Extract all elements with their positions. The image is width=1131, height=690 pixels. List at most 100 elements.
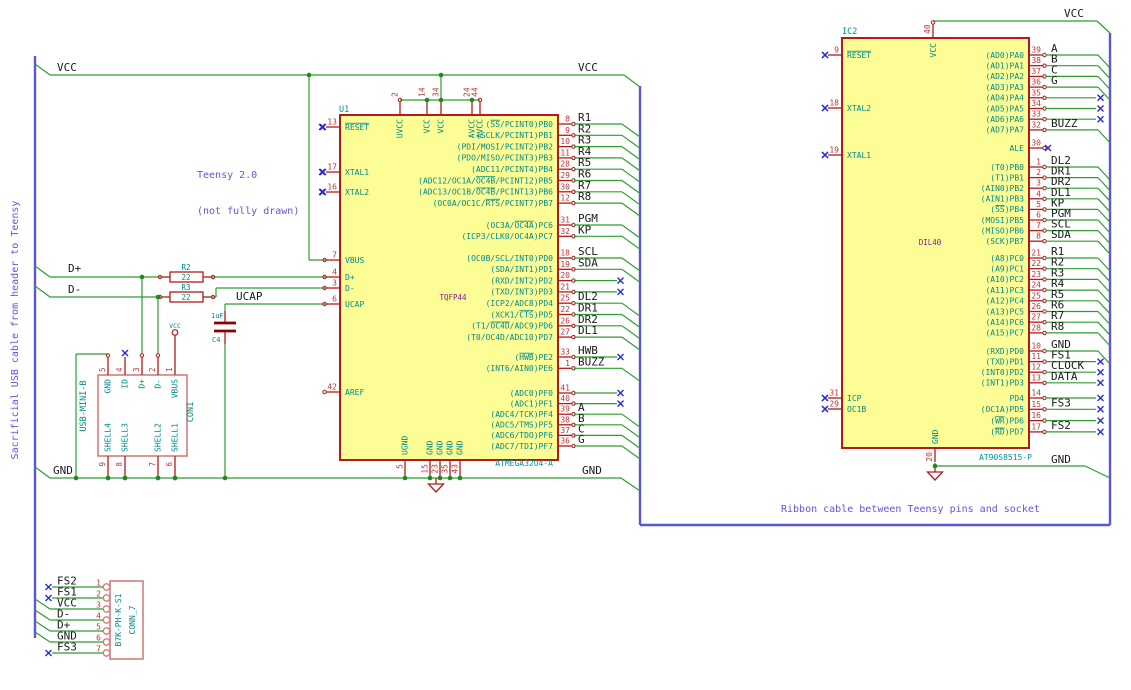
pin-number: 27 xyxy=(1031,313,1041,322)
pin-end xyxy=(1042,164,1047,170)
no-connect-x-icon xyxy=(617,400,624,408)
u1-reference: U1 xyxy=(339,105,349,115)
power-label-vcc-mid: VCC xyxy=(578,61,598,74)
pin-number: 20 xyxy=(560,271,570,280)
conn7-pin-circle xyxy=(102,594,111,602)
conn7-pin-circle xyxy=(102,649,111,657)
pin-number: 37 xyxy=(560,426,570,435)
conn7-reference: CONN_7 xyxy=(128,605,137,634)
pin-number: 32 xyxy=(560,227,570,236)
pin-name: (ADC4/TCK)PF4 xyxy=(490,410,553,419)
pin-name: (AIN1)PB3 xyxy=(981,195,1025,204)
bus-entry xyxy=(1097,166,1111,181)
pin-name: (AD5)PA5 xyxy=(985,104,1024,113)
bus-entry xyxy=(621,224,641,239)
pin-number: 25 xyxy=(1031,291,1041,300)
power-label-dplus: D+ xyxy=(68,262,82,275)
pin-name: (INT6/AIN0)PE6 xyxy=(486,364,554,373)
power-label-vcc-right: VCC xyxy=(1064,7,1084,20)
pin-number: 28 xyxy=(560,160,570,169)
pin-name: (ADC12/OC1A/OC4B/PCINT12)PB5 xyxy=(418,176,553,185)
power-label-gnd-mid: GND xyxy=(582,464,602,477)
pin-end xyxy=(1042,186,1047,191)
pin-name: VBUS xyxy=(345,256,364,265)
pin-number: 9 xyxy=(834,46,839,55)
net-label-buzz: BUZZ xyxy=(1051,117,1078,130)
pin-number: 22 xyxy=(1031,259,1041,268)
pin-name: D- xyxy=(345,284,355,293)
junction-dot xyxy=(306,72,312,78)
pin-number: 24 xyxy=(1031,281,1041,290)
pin-number: 4 xyxy=(1036,189,1041,198)
pin-number: 22 xyxy=(560,305,570,314)
junction-dot xyxy=(424,97,430,103)
no-connect-x-icon xyxy=(319,188,327,196)
note-teensy-line2: (not fully drawn) xyxy=(197,206,300,217)
pin-name: (OC0B/SCL/INT0)PD0 xyxy=(466,254,553,263)
power-label-gnd-left: GND xyxy=(53,464,73,477)
no-connect-x-icon xyxy=(1097,368,1104,376)
pin-name: (MOSI)PB5 xyxy=(981,216,1025,225)
pin-name: PD4 xyxy=(1010,394,1025,403)
pin-end xyxy=(1042,330,1047,336)
pin-end xyxy=(1042,407,1047,412)
pin-number: 23 xyxy=(1031,270,1041,279)
schematic-drawing: VCC D+ D- GND UCAP VCC GND VCC GND U1 TQFP44 ATMEGA… xyxy=(33,7,1112,660)
pin-end xyxy=(1042,239,1047,244)
net-label-g: G xyxy=(1051,74,1058,87)
pin-end xyxy=(1042,95,1047,101)
pin-number: 2 xyxy=(391,92,400,97)
pin-number: 16 xyxy=(327,183,337,192)
pin-name: (A10)PC2 xyxy=(985,275,1024,284)
pin-number: 21 xyxy=(1031,249,1041,258)
pin-end xyxy=(1042,106,1047,111)
pin-name: (XCK1/CTS)PD5 xyxy=(490,310,553,319)
pin-name: (MISO)PB6 xyxy=(981,226,1025,235)
junction-dot xyxy=(437,475,443,481)
pin-name: (A9)PC1 xyxy=(990,265,1024,274)
bus-entry xyxy=(621,314,641,328)
bus-entry xyxy=(621,235,641,250)
pin-number: 7 xyxy=(332,251,337,260)
bus-entry xyxy=(34,63,51,76)
pin-number: 19 xyxy=(560,260,570,269)
pin-end xyxy=(1042,277,1047,282)
pin-name: (ICP3/CLK0/OC4A)PC7 xyxy=(461,232,553,241)
pin-name: AVCC xyxy=(476,119,485,138)
pin-number: 7 xyxy=(1036,221,1041,230)
pin-name: UGND xyxy=(401,436,410,455)
bus-entry xyxy=(1097,268,1111,283)
pin-end xyxy=(1042,320,1047,325)
u1-value: TQFP44 xyxy=(439,293,467,302)
pin-name: GND xyxy=(456,440,465,455)
pin-name: (PDI/MOSI/PCINT2)PB2 xyxy=(457,142,554,151)
pin-name: (A12)PC4 xyxy=(985,297,1024,306)
pin-end xyxy=(1042,380,1047,385)
pin-number: 41 xyxy=(560,384,570,393)
bus-entry xyxy=(1097,332,1111,347)
pin-name: GND xyxy=(446,440,455,455)
pin-number: 40 xyxy=(923,24,932,34)
note-sacrificial-usb: Sacrificial USB cable from header to Tee… xyxy=(10,200,21,460)
pin-name: (ADC6/TDO)PF6 xyxy=(490,431,553,440)
no-connect-x-icon xyxy=(319,123,327,131)
net-label-buzz: BUZZ xyxy=(578,355,605,368)
pin-name: (SDA/INT1)PD1 xyxy=(490,265,553,274)
conn7-value: B7K-PH-K-S1 xyxy=(114,593,123,646)
junction-dot xyxy=(155,475,161,481)
pin-number: 13 xyxy=(1031,373,1041,382)
no-connect-x-icon xyxy=(617,353,624,361)
pin-number: 25 xyxy=(560,294,570,303)
pin-end xyxy=(1042,370,1047,375)
net-label-dl1: DL1 xyxy=(578,324,598,337)
pin-number: 9 xyxy=(98,462,107,467)
pin-number: 26 xyxy=(1031,302,1041,311)
pin-number: 3 xyxy=(1036,179,1041,188)
pin-name: OC1B xyxy=(847,405,866,414)
pin-number: 38 xyxy=(560,415,570,424)
bus-entry xyxy=(1097,65,1111,80)
pin-name: (A14)PC6 xyxy=(985,318,1024,327)
vcc-symbol-icon xyxy=(171,329,179,336)
pin-number: 1 xyxy=(565,359,570,368)
junction-dot xyxy=(457,475,463,481)
